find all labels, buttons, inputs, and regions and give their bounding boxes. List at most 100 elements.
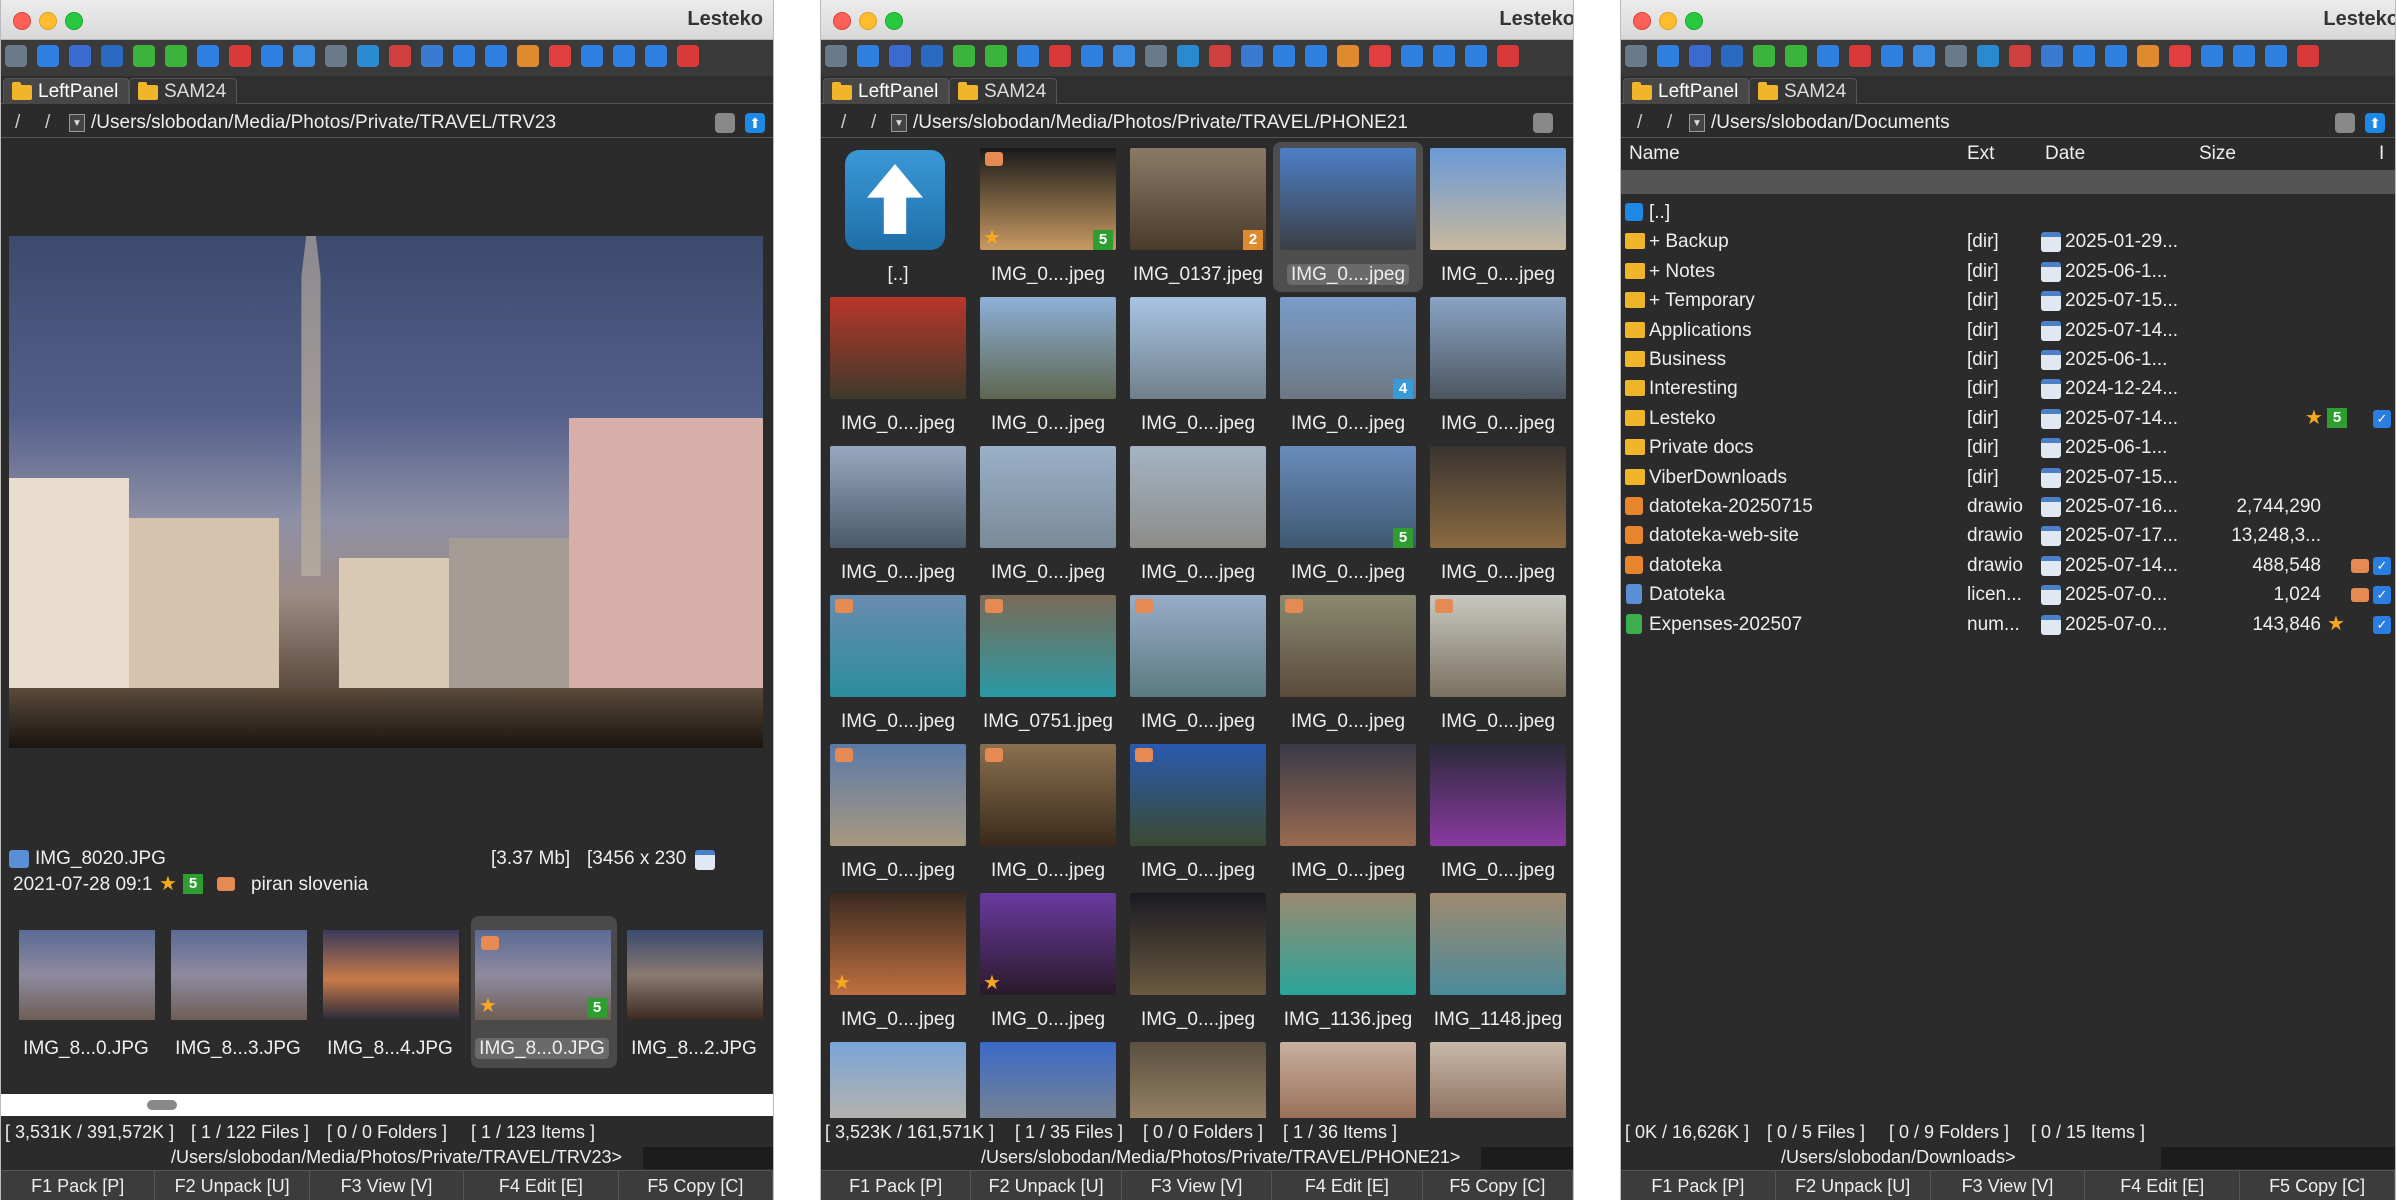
filmstrip-thumb[interactable] <box>171 930 307 1020</box>
file-row[interactable]: Datoteka licen... 2025-07-0... 1,024 ✓ <box>1621 580 2395 609</box>
path-dropdown-icon[interactable]: ▼ <box>69 114 85 132</box>
function-key-2[interactable]: F2 Unpack [U] <box>155 1171 310 1200</box>
file-row[interactable]: + Backup [dir] 2025-01-29... <box>1621 227 2395 256</box>
forward-icon[interactable] <box>1305 45 1327 67</box>
column-extra[interactable]: I <box>2379 140 2384 168</box>
windows-icon[interactable] <box>857 45 879 67</box>
current-path[interactable]: /Users/slobodan/Media/Photos/Private/TRA… <box>913 108 1408 138</box>
window-icon[interactable] <box>2265 45 2287 67</box>
root-slash-button-2[interactable]: / <box>1667 108 1672 138</box>
image-thumb[interactable]: IMG_0....jpeg <box>1423 444 1573 594</box>
image-thumb[interactable]: IMG_0751.jpeg <box>973 593 1123 743</box>
compare-icon[interactable] <box>1849 45 1871 67</box>
filter-row[interactable] <box>1621 170 2395 194</box>
file-row[interactable]: Lesteko [dir] 2025-07-14... ★ 5 ✓ <box>1621 404 2395 433</box>
file-row[interactable]: datoteka-web-site drawio 2025-07-17... 13,2… <box>1621 521 2395 550</box>
function-key-5[interactable]: F5 Copy [C] <box>619 1171 773 1200</box>
image-thumb[interactable]: ★ IMG_0....jpeg <box>823 891 973 1041</box>
sync-check-icon[interactable]: ✓ <box>2373 586 2391 605</box>
function-key-2[interactable]: F2 Unpack [U] <box>971 1171 1122 1200</box>
copy-icon[interactable] <box>1433 45 1455 67</box>
stop-icon[interactable] <box>1977 45 1999 67</box>
image-thumb[interactable]: IMG_0....jpeg <box>1273 593 1423 743</box>
file-row[interactable]: Business [dir] 2025-06-1... <box>1621 345 2395 374</box>
function-key-3[interactable]: F3 View [V] <box>1122 1171 1273 1200</box>
crop-icon[interactable] <box>2041 45 2063 67</box>
minus-icon[interactable] <box>1017 45 1039 67</box>
image-thumb[interactable]: IMG_0....jpeg <box>1123 742 1273 892</box>
zoom-window-button[interactable] <box>65 12 83 30</box>
function-key-4[interactable]: F4 Edit [E] <box>464 1171 619 1200</box>
image-thumb[interactable]: IMG_0....jpeg <box>1123 891 1273 1041</box>
image-thumb[interactable]: IMG_0....jpeg <box>823 295 973 445</box>
image-thumb[interactable]: IMG_0....jpeg <box>1273 742 1423 892</box>
tab-sam24[interactable]: SAM24 <box>1749 78 1858 104</box>
root-slash-button-2[interactable]: / <box>871 108 876 138</box>
tab-leftpanel[interactable]: LeftPanel <box>3 78 130 104</box>
expand-icon[interactable] <box>921 45 943 67</box>
image-thumb[interactable]: IMG_0....jpeg <box>1123 593 1273 743</box>
clock-icon[interactable] <box>1369 45 1391 67</box>
image-thumb[interactable] <box>973 1040 1123 1118</box>
window-icon[interactable] <box>1465 45 1487 67</box>
tab-leftpanel[interactable]: LeftPanel <box>823 78 950 104</box>
image-thumb[interactable]: IMG_0....jpeg <box>1423 742 1573 892</box>
record-icon[interactable] <box>2009 45 2031 67</box>
image-thumb[interactable]: IMG_0....jpeg <box>823 742 973 892</box>
file-row[interactable]: [..] <box>1621 198 2395 227</box>
minimize-window-button[interactable] <box>1659 12 1677 30</box>
file-row[interactable]: + Notes [dir] 2025-06-1... <box>1621 257 2395 286</box>
filmstrip-thumb[interactable] <box>19 930 155 1020</box>
window-icon[interactable] <box>645 45 667 67</box>
image-thumb[interactable]: 2 IMG_0137.jpeg <box>1123 146 1273 296</box>
image-thumb[interactable]: IMG_0....jpeg <box>973 295 1123 445</box>
path-dropdown-icon[interactable]: ▼ <box>891 114 907 132</box>
filmstrip-thumb[interactable] <box>323 930 459 1020</box>
history-icon[interactable] <box>715 113 735 133</box>
file-row[interactable]: Expenses-202507 num... 2025-07-0... 143,846… <box>1621 610 2395 639</box>
check-icon[interactable] <box>953 45 975 67</box>
image-thumb[interactable]: IMG_0....jpeg <box>1123 444 1273 594</box>
file-row[interactable]: Private docs [dir] 2025-06-1... <box>1621 433 2395 462</box>
file-row[interactable]: + Temporary [dir] 2025-07-15... <box>1621 286 2395 315</box>
page-icon[interactable] <box>1081 45 1103 67</box>
image-thumb[interactable] <box>1423 1040 1573 1118</box>
check-icon[interactable] <box>1753 45 1775 67</box>
add-icon[interactable] <box>985 45 1007 67</box>
search-icon[interactable] <box>2201 45 2223 67</box>
add-icon[interactable] <box>1785 45 1807 67</box>
add-icon[interactable] <box>165 45 187 67</box>
horizontal-scrollbar[interactable] <box>1 1094 773 1116</box>
google-icon[interactable] <box>889 45 911 67</box>
drive-icon[interactable] <box>1625 45 1647 67</box>
title-bar[interactable]: Lesteko <box>1621 0 2395 40</box>
eye-icon[interactable] <box>1145 45 1167 67</box>
tab-leftpanel[interactable]: LeftPanel <box>1623 78 1750 104</box>
tab-sam24[interactable]: SAM24 <box>949 78 1058 104</box>
function-key-4[interactable]: F4 Edit [E] <box>2085 1171 2241 1200</box>
windows-icon[interactable] <box>1657 45 1679 67</box>
crop-icon[interactable] <box>1241 45 1263 67</box>
check-icon[interactable] <box>133 45 155 67</box>
remove-icon[interactable] <box>2297 45 2319 67</box>
image-thumb[interactable]: IMG_0....jpeg <box>823 444 973 594</box>
image-thumb[interactable]: IMG_1148.jpeg <box>1423 891 1573 1041</box>
back-icon[interactable] <box>1273 45 1295 67</box>
sync-check-icon[interactable]: ✓ <box>2373 615 2391 634</box>
minimize-window-button[interactable] <box>39 12 57 30</box>
root-slash-button[interactable]: / <box>841 108 846 138</box>
filmstrip-thumb[interactable]: ★ 5 <box>475 930 611 1020</box>
image-preview[interactable] <box>9 236 763 748</box>
image-thumb[interactable]: IMG_0....jpeg <box>973 444 1123 594</box>
command-line[interactable]: /Users/slobodan/Downloads> <box>1621 1144 2395 1170</box>
function-key-1[interactable]: F1 Pack [P] <box>1621 1171 1776 1200</box>
tab-sam24[interactable]: SAM24 <box>129 78 238 104</box>
forward-icon[interactable] <box>2105 45 2127 67</box>
sync-check-icon[interactable]: ✓ <box>2373 409 2391 428</box>
filmstrip-thumb[interactable] <box>627 930 763 1020</box>
image-thumb[interactable]: IMG_0....jpeg <box>1423 146 1573 296</box>
stop-icon[interactable] <box>357 45 379 67</box>
remove-icon[interactable] <box>1497 45 1519 67</box>
record-icon[interactable] <box>389 45 411 67</box>
search-icon[interactable] <box>581 45 603 67</box>
